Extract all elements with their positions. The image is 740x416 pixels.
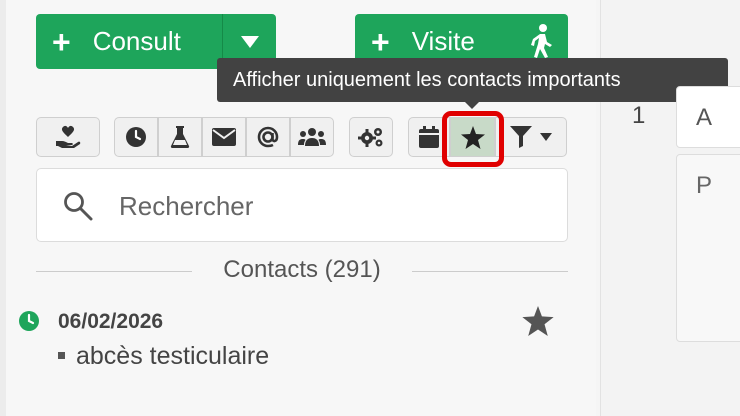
contact-item[interactable]: 06/02/2026 abcès testiculaire	[0, 300, 596, 380]
filter-icon	[510, 126, 532, 148]
consult-button[interactable]: + Consult	[36, 14, 222, 69]
visite-label: Visite	[411, 26, 475, 56]
email-filter-button[interactable]	[246, 117, 290, 157]
at-icon	[257, 126, 279, 148]
lab-filter-button[interactable]	[158, 117, 202, 157]
gears-icon	[358, 128, 383, 147]
envelope-icon	[212, 128, 236, 146]
search-icon	[64, 192, 93, 221]
plus-icon: +	[52, 23, 71, 60]
walking-person-icon	[531, 24, 552, 58]
clock-icon	[19, 311, 39, 331]
clock-icon	[126, 127, 146, 147]
column-a-label: A	[696, 104, 713, 131]
row-number: 1	[632, 102, 646, 129]
star-icon[interactable]	[522, 306, 554, 336]
contacts-header: Contacts (291)	[223, 256, 381, 283]
contact-date: 06/02/2026	[58, 310, 164, 333]
plus-icon: +	[371, 23, 390, 60]
search-box[interactable]	[36, 168, 568, 242]
consult-label: Consult	[92, 26, 181, 56]
column-p-label: P	[696, 172, 713, 199]
tooltip: Afficher uniquement les contacts importa…	[217, 58, 728, 102]
settings-filter-button[interactable]	[349, 117, 393, 157]
tooltip-text: Afficher uniquement les contacts importa…	[233, 68, 621, 91]
users-icon	[298, 128, 326, 146]
calendar-icon	[419, 126, 439, 148]
history-filter-button[interactable]	[114, 117, 158, 157]
tooltip-arrow	[464, 101, 480, 109]
divider-left	[36, 271, 192, 272]
team-filter-button[interactable]	[290, 117, 334, 157]
search-input[interactable]	[117, 185, 551, 227]
caret-down-icon	[240, 35, 259, 48]
filter-dropdown-button[interactable]	[495, 117, 567, 157]
caret-down-icon	[540, 133, 552, 141]
bullet	[58, 352, 65, 359]
flask-icon	[170, 126, 190, 148]
highlight-box	[442, 111, 504, 167]
divider-right	[412, 271, 568, 272]
care-filter-button[interactable]	[36, 117, 100, 157]
contact-text: abcès testiculaire	[76, 342, 270, 370]
hand-heart-icon	[56, 125, 81, 148]
mail-filter-button[interactable]	[202, 117, 246, 157]
